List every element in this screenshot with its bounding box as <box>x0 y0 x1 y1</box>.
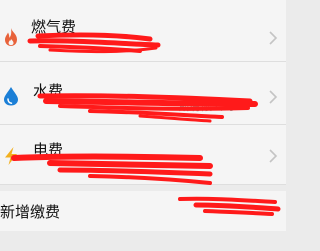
bill-item-title: 燃气费 <box>31 18 77 36</box>
bill-item-electricity[interactable]: 电费 <box>0 125 286 185</box>
chevron-right-icon <box>269 149 278 163</box>
bill-item-water[interactable]: 水费 …所有限公司 <box>0 62 286 125</box>
chevron-right-icon <box>269 90 278 104</box>
chevron-right-icon <box>269 31 278 45</box>
bill-item-title: 水费 <box>33 82 64 100</box>
lightning-icon <box>5 147 17 165</box>
add-payment-item[interactable]: 新增缴费 <box>0 191 286 231</box>
water-drop-icon <box>4 87 18 106</box>
add-payment-label: 新增缴费 <box>0 203 61 221</box>
bill-item-title: 电费 <box>33 141 64 159</box>
bottom-background <box>0 231 286 251</box>
flame-icon <box>5 28 17 46</box>
bill-item-gas[interactable]: 燃气费 <box>0 0 286 62</box>
bill-item-account-info: …所有限公司 <box>168 100 234 113</box>
